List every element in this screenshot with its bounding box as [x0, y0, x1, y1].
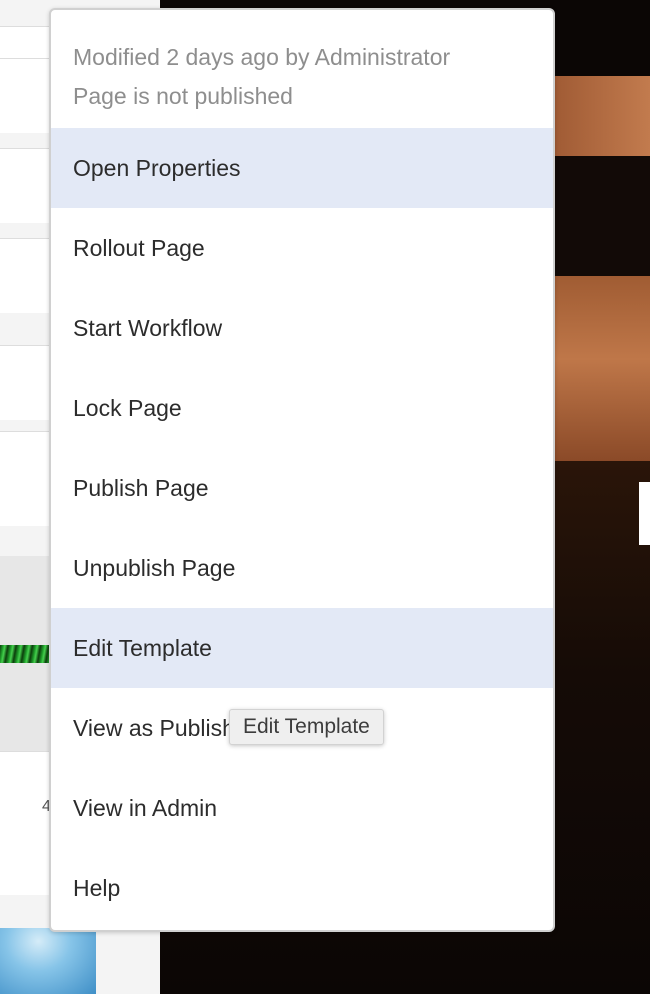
menu-item-start-workflow[interactable]: Start Workflow [51, 288, 553, 368]
menu-item-publish-page[interactable]: Publish Page [51, 448, 553, 528]
menu-header: Modified 2 days ago by Administrator Pag… [51, 10, 553, 128]
menu-item-rollout-page[interactable]: Rollout Page [51, 208, 553, 288]
tooltip: Edit Template [229, 709, 384, 745]
menu-item-edit-template[interactable]: Edit Template [51, 608, 553, 688]
menu-item-view-in-admin[interactable]: View in Admin [51, 768, 553, 848]
thumbnail-image [0, 928, 96, 994]
publish-status: Page is not published [73, 83, 293, 109]
page-actions-menu: Modified 2 days ago by Administrator Pag… [49, 8, 555, 932]
menu-item-open-properties[interactable]: Open Properties [51, 128, 553, 208]
thumbnail-image [0, 645, 50, 663]
white-block [639, 482, 650, 545]
menu-item-lock-page[interactable]: Lock Page [51, 368, 553, 448]
modified-info: Modified 2 days ago by Administrator [73, 44, 451, 70]
menu-item-unpublish-page[interactable]: Unpublish Page [51, 528, 553, 608]
menu-item-help[interactable]: Help [51, 848, 553, 928]
